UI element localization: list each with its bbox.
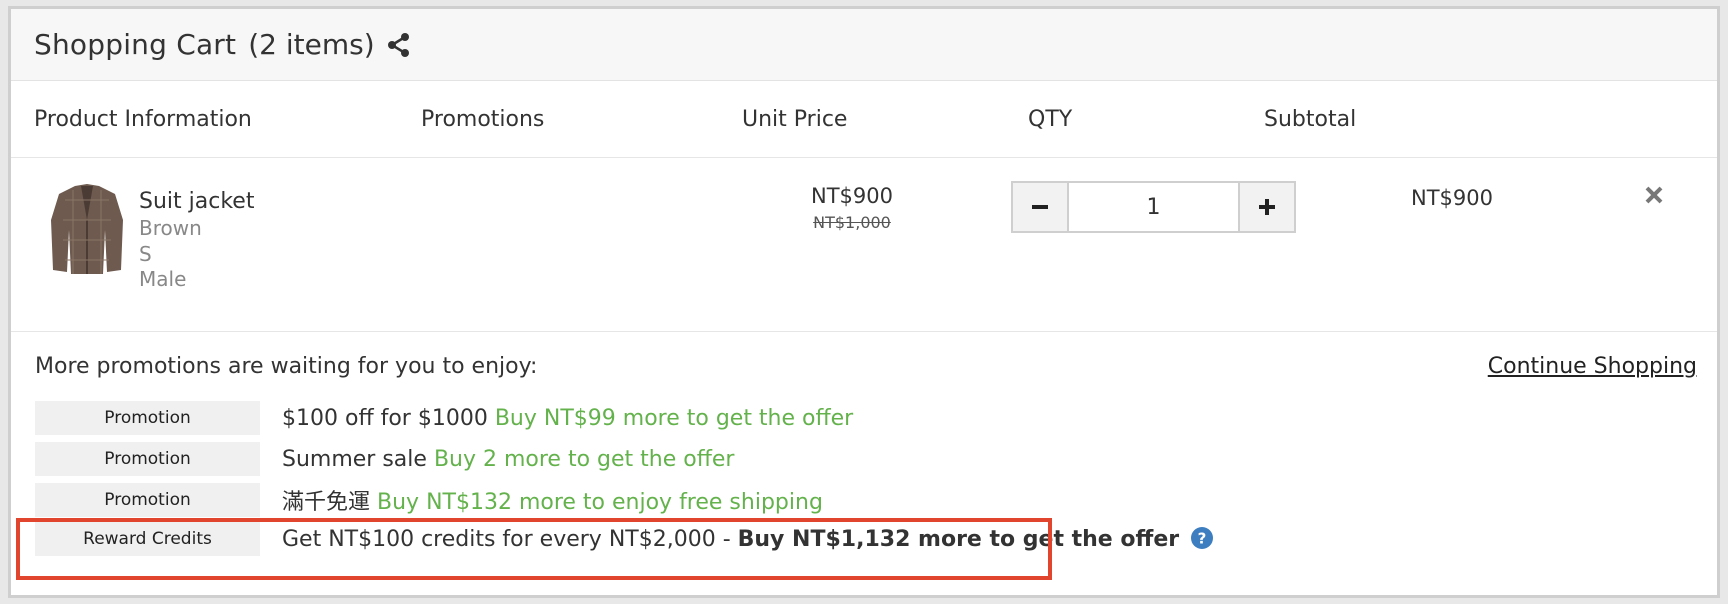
promotion-row: Promotion 滿千免運 Buy NT$132 more to enjoy … <box>35 483 823 517</box>
cart-panel: Shopping Cart (2 items) Product Informat… <box>8 6 1720 598</box>
col-subtotal: Subtotal <box>1264 107 1357 132</box>
col-qty: QTY <box>1028 107 1073 132</box>
col-promotions: Promotions <box>421 107 545 132</box>
promotion-text: $100 off for $1000 <box>282 405 488 431</box>
product-gender: Male <box>139 267 187 291</box>
promotion-row: Promotion Summer sale Buy 2 more to get … <box>35 442 734 476</box>
share-icon[interactable] <box>385 31 413 59</box>
promotion-hint: Buy 2 more to get the offer <box>433 446 735 472</box>
item-subtotal: NT$900 <box>1411 186 1493 210</box>
quantity-stepper: 1 <box>1011 181 1296 233</box>
product-size: S <box>139 242 152 266</box>
promotion-hint: Buy NT$132 more to enjoy free shipping <box>377 490 823 515</box>
continue-shopping-link[interactable]: Continue Shopping <box>1488 354 1697 379</box>
close-icon <box>1645 186 1663 204</box>
promotions-heading: More promotions are waiting for you to e… <box>35 354 538 379</box>
page-title: Shopping Cart <box>34 28 237 61</box>
item-count: (2 items) <box>248 28 375 61</box>
promotion-tag: Promotion <box>35 442 260 476</box>
plus-icon <box>1259 199 1275 215</box>
svg-text:?: ? <box>1198 530 1207 548</box>
col-product-information: Product Information <box>34 107 252 132</box>
minus-icon <box>1032 205 1048 209</box>
column-header-row: Product Information Promotions Unit Pric… <box>11 81 1717 158</box>
unit-price: NT$900 <box>811 184 893 208</box>
product-color: Brown <box>139 216 202 240</box>
cart-header: Shopping Cart (2 items) <box>11 9 1717 81</box>
cart-item-row: Suit jacket Brown S Male NT$900 NT$1,000… <box>11 158 1717 332</box>
promotion-tag: Promotion <box>35 483 260 517</box>
promotion-text: 滿千免運 <box>282 490 371 515</box>
highlight-box <box>16 518 1052 580</box>
increase-quantity-button[interactable] <box>1238 183 1294 231</box>
promotion-text: Summer sale <box>282 446 427 472</box>
decrease-quantity-button[interactable] <box>1013 183 1069 231</box>
remove-item-button[interactable] <box>1643 184 1665 206</box>
promotion-row: Promotion $100 off for $1000 Buy NT$99 m… <box>35 401 853 435</box>
help-icon[interactable]: ? <box>1190 526 1214 550</box>
col-unit-price: Unit Price <box>742 107 848 132</box>
promotion-hint: Buy NT$99 more to get the offer <box>494 405 854 431</box>
promotion-tag: Promotion <box>35 401 260 435</box>
original-price: NT$1,000 <box>813 213 891 232</box>
product-thumbnail[interactable] <box>45 180 129 278</box>
quantity-input[interactable]: 1 <box>1069 183 1238 231</box>
product-name[interactable]: Suit jacket <box>139 189 254 214</box>
